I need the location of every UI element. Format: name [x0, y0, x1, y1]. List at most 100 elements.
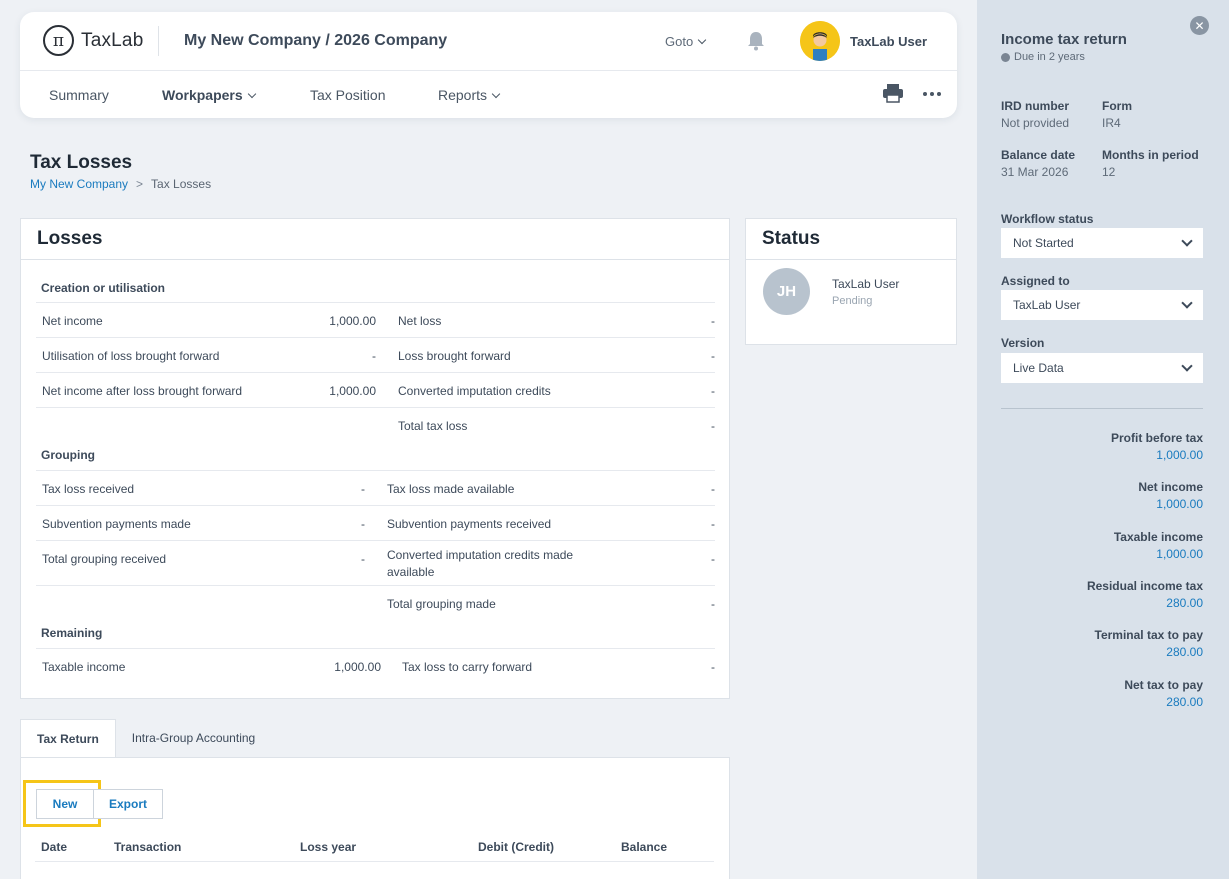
summary-label: Net tax to pay — [1124, 677, 1203, 692]
row-left-value: - — [372, 349, 376, 363]
pi-logo-icon: π — [43, 25, 74, 56]
chevron-down-icon — [697, 35, 707, 45]
status-card-title: Status — [746, 219, 956, 260]
row-left-value: - — [361, 517, 365, 531]
company-title: My New Company / 2026 Company — [184, 32, 448, 49]
row-left-label: Tax loss received — [42, 482, 135, 496]
loss-row: Utilisation of loss brought forward - Loss… — [36, 337, 715, 372]
row-right-value: - — [711, 552, 715, 566]
row-right-label: Converted imputation credits made availa… — [387, 548, 574, 579]
ird-number-label: IRD number — [1001, 99, 1070, 113]
chevron-down-icon — [491, 89, 501, 98]
row-right-value: - — [711, 384, 715, 398]
row-left-label: Taxable income — [42, 660, 126, 674]
summary-value-link[interactable]: 280.00 — [1166, 645, 1203, 659]
summary-value-link[interactable]: 1,000.00 — [1156, 497, 1203, 511]
goto-dropdown[interactable]: Goto — [665, 34, 707, 49]
transactions-table-header: Date Transaction Loss year Debit (Credit… — [35, 832, 714, 862]
close-icon[interactable]: ✕ — [1190, 16, 1209, 35]
summary-label: Residual income tax — [1086, 578, 1203, 593]
form-value: IR4 — [1102, 116, 1121, 130]
version-select[interactable]: Live Data — [1001, 353, 1203, 383]
print-icon[interactable] — [882, 83, 904, 103]
loss-row: Tax loss received - Tax loss made availabl… — [36, 470, 715, 505]
nav-summary[interactable]: Summary — [49, 87, 109, 103]
balance-date-label: Balance date — [1001, 148, 1076, 162]
col-transaction: Transaction — [114, 840, 182, 854]
row-left-label: Net income after loss brought forward — [42, 384, 243, 398]
months-label: Months in period — [1102, 148, 1199, 162]
more-options-icon[interactable] — [923, 92, 941, 96]
section-grouping: Grouping — [41, 448, 95, 462]
summary-label: Terminal tax to pay — [1094, 628, 1203, 643]
workflow-status-select[interactable]: Not Started — [1001, 228, 1203, 258]
loss-row: Total tax loss - — [36, 407, 715, 442]
row-right-value: - — [711, 482, 715, 496]
section-creation: Creation or utilisation — [41, 281, 166, 295]
assigned-to-select[interactable]: TaxLab User — [1001, 290, 1203, 320]
chevron-down-icon — [247, 89, 256, 98]
user-avatar[interactable] — [800, 21, 840, 61]
row-right-label: Total grouping made — [387, 597, 496, 611]
nav-workpapers-label: Workpapers — [162, 87, 243, 103]
row-right-label: Tax loss made available — [387, 482, 515, 496]
summary-label: Taxable income — [1113, 529, 1203, 544]
nav-summary-label: Summary — [49, 87, 109, 103]
assigned-to-label: Assigned to — [1001, 274, 1070, 288]
goto-label: Goto — [665, 34, 694, 49]
status-user: TaxLab User — [832, 277, 900, 291]
export-button[interactable]: Export — [93, 789, 163, 819]
bell-icon[interactable] — [745, 30, 767, 52]
form-label: Form — [1102, 99, 1132, 113]
header-divider — [158, 26, 159, 56]
new-button[interactable]: New — [36, 789, 94, 819]
summary-value-link[interactable]: 1,000.00 — [1156, 547, 1203, 561]
row-left-label: Utilisation of loss brought forward — [42, 349, 220, 363]
breadcrumb-root-link[interactable]: My New Company — [30, 177, 128, 191]
workflow-status-label: Workflow status — [1001, 212, 1094, 226]
user-name[interactable]: TaxLab User — [850, 34, 927, 49]
col-balance: Balance — [621, 840, 668, 854]
tabs: Tax Return Intra-Group Accounting — [20, 719, 271, 758]
losses-card: Losses Creation or utilisation Grouping … — [20, 218, 730, 699]
taxlab-logo[interactable]: π TaxLab — [43, 25, 143, 56]
page-title: Tax Losses — [30, 152, 133, 173]
loss-row: Taxable income 1,000.00 Tax loss to carry … — [36, 648, 715, 683]
nav-tax-position[interactable]: Tax Position — [310, 87, 385, 103]
row-left-value: 1,000.00 — [334, 660, 381, 674]
col-debit-credit: Debit (Credit) — [478, 840, 554, 854]
nav-workpapers[interactable]: Workpapers — [162, 87, 256, 103]
loss-row: Subvention payments made - Subvention paym… — [36, 505, 715, 540]
summary-value-link[interactable]: 1,000.00 — [1156, 448, 1203, 462]
months-value: 12 — [1102, 165, 1116, 179]
row-right-label: Net loss — [398, 314, 442, 328]
summary-value-link[interactable]: 280.00 — [1166, 596, 1203, 610]
tab-tax-return[interactable]: Tax Return — [20, 719, 116, 758]
row-left-value: - — [361, 552, 365, 566]
header-top-bar: π TaxLab My New Company / 2026 Company G… — [20, 12, 957, 71]
summary-value-link[interactable]: 280.00 — [1166, 695, 1203, 709]
tab-intra-group-accounting[interactable]: Intra-Group Accounting — [116, 719, 271, 758]
user-avatar-icon — [800, 21, 840, 61]
row-right-value: - — [711, 597, 715, 611]
income-tax-return-panel: ✕ Income tax return Due in 2 years IRD n… — [977, 0, 1229, 879]
row-right-label: Tax loss to carry forward — [402, 660, 533, 674]
chevron-down-icon — [1181, 297, 1193, 309]
row-left-label: Subvention payments made — [42, 517, 191, 531]
row-right-value: - — [711, 349, 715, 363]
assigned-to-value: TaxLab User — [1013, 298, 1081, 312]
loss-row: Net income 1,000.00 Net loss - — [36, 302, 715, 337]
nav-reports[interactable]: Reports — [438, 87, 501, 103]
version-value: Live Data — [1013, 361, 1064, 375]
row-left-value: - — [361, 482, 365, 496]
app-header: π TaxLab My New Company / 2026 Company G… — [20, 12, 957, 118]
summary-label: Profit before tax — [1110, 431, 1203, 445]
balance-date-value: 31 Mar 2026 — [1001, 165, 1069, 179]
chevron-down-icon — [1181, 360, 1193, 372]
section-remaining: Remaining — [41, 626, 103, 640]
row-right-value: - — [711, 419, 715, 433]
row-left-value: 1,000.00 — [329, 384, 376, 398]
col-date: Date — [41, 840, 68, 854]
breadcrumb-current: Tax Losses — [151, 177, 212, 191]
chevron-down-icon — [1181, 235, 1193, 247]
